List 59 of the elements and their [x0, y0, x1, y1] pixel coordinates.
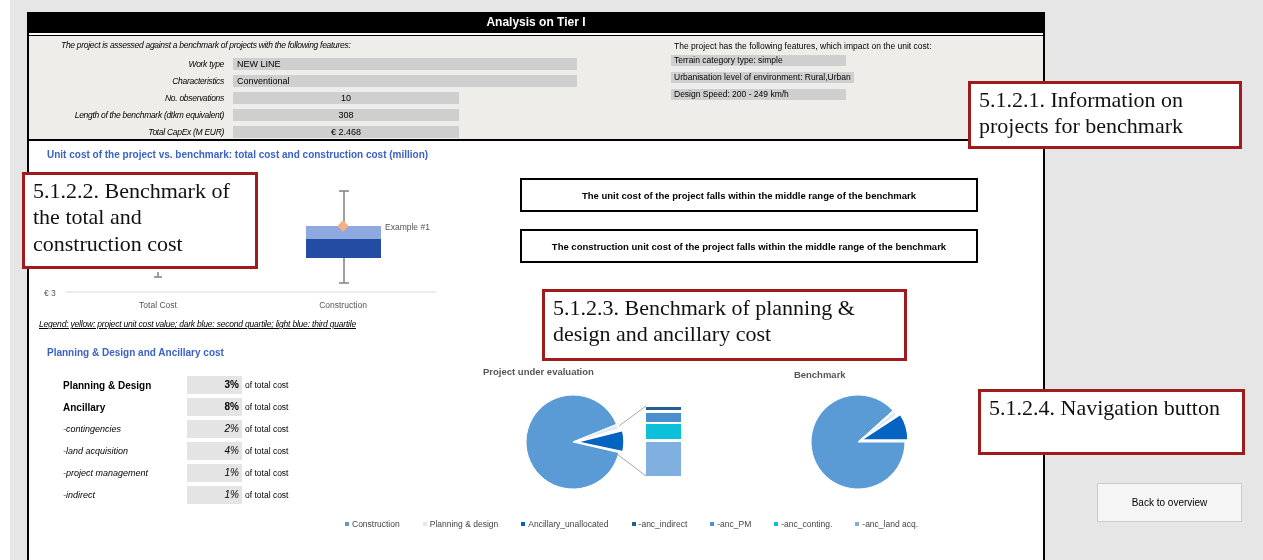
cost-label: Planning & Design: [63, 379, 153, 391]
category-label: Construction: [319, 300, 367, 310]
cost-label: -land acquisition: [63, 446, 130, 456]
cost-label: -project management: [63, 468, 150, 478]
legend-label: Ancillary_unallocated: [528, 519, 609, 529]
percentage-value: 4%: [187, 442, 242, 460]
project-feature: Design Speed: 200 - 249 km/h: [671, 89, 846, 100]
cost-suffix: of total cost: [245, 446, 289, 456]
section-heading: Planning & Design and Ancillary cost: [46, 347, 225, 358]
cost-suffix: of total cost: [245, 402, 289, 412]
benchmark-intro: The project is assessed against a benchmark of projects with the following features:: [60, 40, 352, 50]
legend-label: Planning & design: [429, 519, 499, 529]
feature-value: NEW LINE: [233, 57, 577, 70]
section-heading: Unit cost of the project vs. benchmark: total cost and construction cost (million): [46, 149, 430, 160]
legend-note: Legend: yellow: project unit cost value; dark blue: second quartile; light blue: third quartile: [38, 319, 356, 329]
cost-suffix: of total cost: [245, 490, 289, 500]
feature-value: 308: [233, 108, 459, 121]
feature-value: Conventional: [233, 74, 577, 87]
feature-label: Total CapEx (M EUR): [147, 126, 225, 137]
legend-label: -anc_land acq.: [862, 519, 919, 529]
feature-value: 10: [233, 91, 459, 104]
feature-label: Work type: [187, 58, 225, 69]
project-feature: Urbanisation level of environment: Rural,Urban: [671, 72, 854, 83]
back-to-overview-button[interactable]: Back to overview: [1097, 483, 1242, 522]
legend-label: -anc_conting.: [781, 519, 833, 529]
percentage-value: 1%: [187, 486, 242, 504]
feature-value: € 2.468: [233, 125, 459, 138]
point-label: Example #1: [385, 222, 430, 232]
percentage-value: 1%: [187, 464, 242, 482]
cost-suffix: of total cost: [245, 380, 289, 390]
cost-suffix: of total cost: [245, 468, 289, 478]
whisker-drawing: [153, 271, 163, 278]
result-statement: The construction unit cost of the project falls within the middle range of the benchmark: [520, 229, 978, 263]
chart-title: Project under evaluation: [483, 366, 594, 379]
data-point-marker: [337, 220, 349, 232]
sheet-title: Analysis on Tier I: [29, 12, 1043, 33]
project-feature: Terrain category type: simple: [671, 55, 846, 66]
annotation-callout: 5.1.2.3. Benchmark of planning & design and ancillary cost: [542, 289, 907, 361]
percentage-value: 8%: [187, 398, 242, 416]
percentage-value: 2%: [187, 420, 242, 438]
legend-label: Construction: [352, 519, 400, 529]
legend-label: -anc_PM: [717, 519, 752, 529]
annotation-callout: 5.1.2.2. Benchmark of the total and construction cost: [22, 172, 258, 269]
category-label: Total Cost: [139, 300, 177, 310]
feature-label: No. observations: [164, 92, 225, 103]
annotation-callout: 5.1.2.1. Information on projects for benchmark: [968, 81, 1242, 149]
feature-label: Characteristics: [171, 75, 225, 86]
result-statement: The unit cost of the project falls within the middle range of the benchmark: [520, 178, 978, 212]
legend-label: -anc_indirect: [638, 519, 688, 529]
feature-label: Length of the benchmark (dtkm equivalent): [73, 109, 225, 120]
chart-title: Benchmark: [793, 369, 846, 380]
axis-tick-label: € 3: [44, 288, 56, 298]
project-intro: The project has the following features, which impact on the unit cost:: [673, 41, 932, 51]
annotation-callout: 5.1.2.4. Navigation button: [978, 389, 1245, 455]
percentage-value: 3%: [187, 376, 242, 394]
cost-suffix: of total cost: [245, 424, 289, 434]
cost-label: Ancillary: [63, 401, 107, 413]
cost-label: -indirect: [63, 490, 96, 500]
cost-label: -contingencies: [63, 424, 123, 434]
